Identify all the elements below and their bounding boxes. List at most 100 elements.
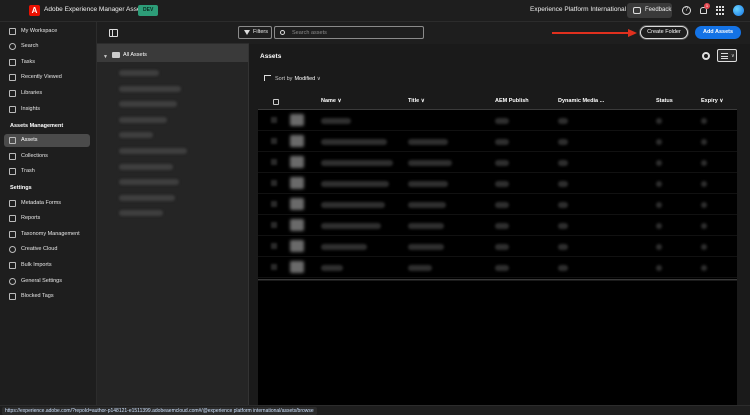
tree-item-redacted[interactable] [119,70,159,76]
table-row[interactable] [258,173,737,194]
asset-thumbnail [290,156,304,168]
tree-item-all-assets[interactable]: ▼ All Assets [103,50,243,60]
trash-icon [9,168,16,175]
row-checkbox[interactable] [271,264,277,270]
sort-value[interactable]: Modified [294,76,315,82]
tree-item-redacted[interactable] [119,117,167,123]
sidebar-item-label: General Settings [21,278,62,284]
column-label: Title [408,98,420,104]
sidebar-item-collections[interactable]: Collections [4,150,90,163]
redacted-cell [495,202,509,208]
search-input[interactable] [292,29,420,37]
table-row[interactable] [258,152,737,173]
redacted-cell [558,223,568,229]
sidebar-item-trash[interactable]: Trash [4,165,90,178]
tree-item-redacted[interactable] [119,132,153,138]
add-assets-button[interactable]: Add Assets [695,26,741,39]
redacted-cell [701,265,707,271]
table-row[interactable] [258,110,737,131]
toggle-panel-icon[interactable] [109,29,118,37]
sidebar-item-creative-cloud[interactable]: Creative Cloud [4,243,90,256]
forms-icon [9,200,16,207]
redacted-cell [558,202,568,208]
sidebar-item-reports[interactable]: Reports [4,212,90,225]
table-row[interactable] [258,194,737,215]
sidebar-item-general-settings[interactable]: General Settings [4,275,90,288]
sidebar-item-label: Trash [21,168,35,174]
table-row[interactable] [258,131,737,152]
settings-icon [9,278,16,285]
tree-item-redacted[interactable] [119,86,181,92]
sidebar-item-search[interactable]: Search [4,40,90,53]
sidebar-item-metadata-forms[interactable]: Metadata Forms [4,197,90,210]
row-checkbox[interactable] [271,222,277,228]
redacted-cell [495,265,509,271]
sidebar-item-recently-viewed[interactable]: Recently Viewed [4,71,90,84]
sidebar-item-bulk-imports[interactable]: Bulk Imports [4,259,90,272]
table-row[interactable] [258,215,737,236]
column-header-name[interactable]: Name ∨ [321,98,342,104]
tree-item-redacted[interactable] [119,101,177,107]
redacted-cell [321,139,387,145]
help-icon[interactable]: ? [682,6,691,15]
column-header-aem-publish[interactable]: AEM Publish [495,98,529,104]
chevron-down-icon[interactable]: ▼ [103,52,108,62]
sidebar-item-blocked-tags[interactable]: Blocked Tags [4,290,90,303]
column-header-expiry[interactable]: Expiry ∨ [701,98,723,104]
column-header-dynamic-media[interactable]: Dynamic Media ... [558,98,604,104]
column-header-title[interactable]: Title ∨ [408,98,425,104]
tree-item-redacted[interactable] [119,148,187,154]
sidebar-item-tasks[interactable]: Tasks [4,56,90,69]
row-checkbox[interactable] [271,201,277,207]
feedback-button[interactable]: Feedback [627,3,672,18]
tasks-icon [9,59,16,66]
tree-item-redacted[interactable] [119,195,175,201]
row-checkbox[interactable] [271,243,277,249]
filters-label: Filters [253,29,268,35]
chevron-down-icon: ∨ [316,76,321,82]
redacted-cell [321,202,385,208]
asset-thumbnail [290,219,304,231]
sidebar-item-my-workspace[interactable]: My Workspace [4,25,90,38]
assets-icon [9,137,16,144]
redacted-cell [495,244,509,250]
tree-item-redacted[interactable] [119,164,173,170]
sort-icon [264,75,271,81]
sidebar-item-label: Metadata Forms [21,200,62,206]
tree-item-redacted[interactable] [119,210,163,216]
column-header-status[interactable]: Status [656,98,673,104]
table-row[interactable] [258,257,737,278]
filters-button[interactable]: Filters [238,26,272,39]
gear-icon[interactable] [702,52,710,60]
annotation-arrow-head [628,29,637,37]
annotation-arrow [552,32,630,34]
folder-icon [112,52,120,58]
adobe-logo-icon[interactable]: A [29,5,40,16]
row-checkbox[interactable] [271,159,277,165]
sidebar-item-label: Insights [21,106,40,112]
sidebar-item-assets[interactable]: Assets [4,134,90,147]
create-folder-button[interactable]: Create Folder [640,26,688,39]
app-title: Adobe Experience Manager Assets [44,6,146,13]
sidebar-item-libraries[interactable]: Libraries [4,87,90,100]
sidebar-item-insights[interactable]: Insights [4,103,90,116]
search-field[interactable] [274,26,424,39]
view-switcher[interactable]: ∨ [717,49,737,62]
redacted-cell [701,202,707,208]
redacted-cell [558,244,568,250]
table-row[interactable] [258,236,737,257]
row-checkbox[interactable] [271,138,277,144]
sidebar-item-taxonomy-management[interactable]: Taxonomy Management [4,228,90,241]
row-checkbox[interactable] [271,117,277,123]
sidebar-item-label: Collections [21,153,48,159]
row-checkbox[interactable] [271,180,277,186]
user-avatar[interactable] [733,5,744,16]
app-switcher-icon[interactable] [716,6,725,15]
notification-count-badge: 1 [704,3,710,9]
tree-item-redacted[interactable] [119,179,179,185]
org-switcher[interactable]: Experience Platform International [530,6,626,13]
sort-control[interactable]: Sort by Modified ∨ [264,75,321,82]
sidebar-item-label: My Workspace [21,28,58,34]
creative-cloud-icon [9,246,16,253]
select-all-checkbox[interactable] [273,99,279,105]
